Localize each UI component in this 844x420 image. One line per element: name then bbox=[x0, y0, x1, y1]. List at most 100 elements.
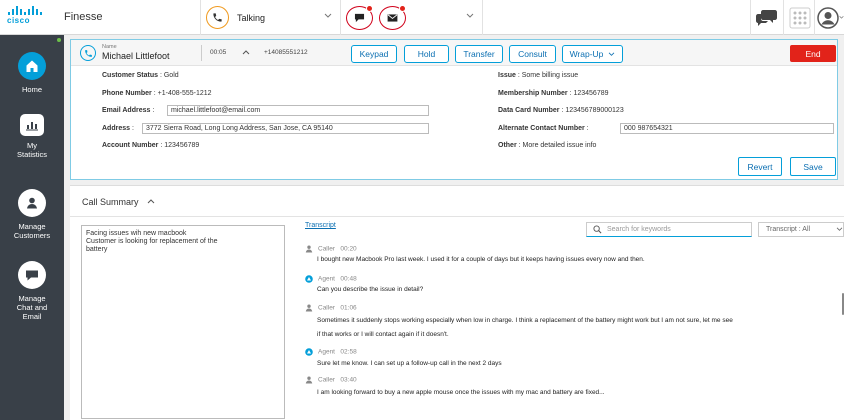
agent-state-label: Talking bbox=[237, 12, 266, 23]
notification-dot bbox=[366, 4, 373, 12]
field-value: 123456789 bbox=[573, 90, 609, 97]
phone-icon bbox=[206, 6, 229, 29]
tab-transcript[interactable]: Transcript bbox=[305, 222, 336, 229]
transcript-message-text: Sure let me know. I can set up a follow-… bbox=[317, 360, 502, 367]
alternate-contact-input[interactable]: 000 987654321 bbox=[620, 123, 834, 134]
main-content: Name Michael Littlefoot 00:05 +140855512… bbox=[64, 35, 844, 420]
transcript-message-meta: Caller 00:20 bbox=[305, 245, 357, 253]
transcript-message-text: Sometimes it suddenly stops working espe… bbox=[317, 317, 733, 324]
chevron-down-icon bbox=[324, 13, 332, 18]
home-icon bbox=[18, 52, 46, 80]
transcript-message-text: Can you describe the issue in detail? bbox=[317, 286, 424, 293]
cisco-logo: cisco bbox=[7, 6, 57, 30]
sidebar-item-label: Home bbox=[21, 85, 42, 94]
revert-button[interactable]: Revert bbox=[738, 157, 782, 176]
call-notes-textarea[interactable]: Facing issues wih new macbook Customer i… bbox=[81, 225, 285, 419]
caller-name: Michael Littlefoot bbox=[102, 51, 170, 61]
field-value: +1-408-555-1212 bbox=[157, 90, 212, 97]
agent-state-dropdown[interactable]: Talking bbox=[200, 0, 340, 35]
issue-field: Issue : Some billing issue bbox=[498, 72, 579, 79]
user-avatar-icon[interactable] bbox=[817, 7, 839, 29]
caller-phone: +14085551212 bbox=[264, 49, 308, 56]
transcript-message-text: if that works or I will contact again if… bbox=[317, 331, 449, 338]
chevron-up-icon[interactable] bbox=[242, 49, 250, 55]
app-title: Finesse bbox=[64, 11, 103, 23]
sidebar-item-my-statistics[interactable]: My Statistics bbox=[0, 114, 64, 159]
sidebar-item-home[interactable]: Home bbox=[0, 52, 64, 94]
field-label: Email Address bbox=[102, 107, 151, 114]
save-button[interactable]: Save bbox=[790, 157, 836, 176]
hold-button[interactable]: Hold bbox=[404, 45, 449, 63]
transfer-button[interactable]: Transfer bbox=[455, 45, 503, 63]
timestamp: 00:48 bbox=[340, 275, 357, 283]
call-timer: 00:05 bbox=[210, 49, 227, 56]
sidebar-item-label: Chat and bbox=[16, 303, 48, 312]
keypad-button[interactable]: Keypad bbox=[351, 45, 397, 63]
notes-line: Facing issues wih new macbook bbox=[86, 230, 187, 237]
field-value: Some billing issue bbox=[521, 72, 579, 79]
chevron-up-icon[interactable] bbox=[147, 198, 155, 204]
transcript-search-input[interactable]: Search for keywords bbox=[586, 222, 752, 237]
transcript-message-meta: Agent 00:48 bbox=[305, 275, 357, 283]
call-control-panel: Name Michael Littlefoot 00:05 +140855512… bbox=[70, 39, 838, 180]
sidebar-item-manage-chat-email[interactable]: Manage Chat and Email bbox=[0, 261, 64, 321]
end-call-button[interactable]: End bbox=[790, 45, 836, 62]
field-label: Issue bbox=[498, 72, 516, 79]
media-dropdown[interactable] bbox=[340, 0, 482, 35]
email-icon bbox=[387, 13, 398, 22]
sidebar: Home My Statistics Manage Customers Mana… bbox=[0, 35, 64, 420]
phone-icon bbox=[80, 45, 96, 61]
speaker: Agent bbox=[318, 348, 335, 356]
field-label: Account Number bbox=[102, 142, 159, 149]
data-card-number-field: Data Card Number : 123456789000123 bbox=[498, 107, 624, 114]
address-label-field: Address : bbox=[102, 125, 134, 132]
cisco-logo-bars-icon bbox=[8, 6, 57, 15]
chat-icon bbox=[18, 261, 46, 289]
divider bbox=[783, 0, 784, 35]
wrapup-dropdown[interactable]: Wrap-Up bbox=[562, 45, 623, 63]
chat-media-button[interactable] bbox=[346, 4, 373, 30]
person-icon bbox=[305, 376, 313, 384]
divider bbox=[201, 45, 202, 61]
dialpad-icon[interactable] bbox=[789, 7, 811, 29]
sidebar-item-manage-customers[interactable]: Manage Customers bbox=[0, 189, 64, 240]
customer-status-field: Customer Status : Gold bbox=[102, 72, 179, 79]
field-label: Customer Status bbox=[102, 72, 159, 79]
search-icon bbox=[593, 225, 602, 234]
email-input[interactable]: michael.littlefoot@email.com bbox=[167, 105, 429, 116]
speaker: Caller bbox=[318, 245, 335, 253]
field-value: Gold bbox=[163, 72, 179, 79]
chevron-down-icon bbox=[609, 52, 615, 56]
email-media-button[interactable] bbox=[379, 4, 406, 30]
divider bbox=[814, 0, 815, 35]
speaker: Caller bbox=[318, 304, 335, 312]
notes-line: battery bbox=[86, 246, 108, 253]
transcript-filter-dropdown[interactable]: Transcript : All bbox=[758, 222, 844, 237]
timestamp: 02:58 bbox=[340, 348, 357, 356]
phone-number-field: Phone Number : +1-408-555-1212 bbox=[102, 90, 212, 97]
cisco-logo-text: cisco bbox=[7, 16, 30, 25]
account-number-field: Account Number : 123456789 bbox=[102, 142, 200, 149]
sidebar-item-label: Statistics bbox=[16, 150, 47, 159]
email-label-field: Email Address : bbox=[102, 107, 155, 114]
alt-contact-label-field: Alternate Contact Number : bbox=[498, 125, 589, 132]
divider bbox=[482, 0, 483, 35]
speaker: Caller bbox=[318, 376, 335, 384]
wrapup-label: Wrap-Up bbox=[569, 49, 604, 59]
chat-bubbles-icon[interactable] bbox=[756, 8, 778, 26]
call-summary-title: Call Summary bbox=[82, 197, 139, 207]
field-value: More detailed issue info bbox=[522, 142, 597, 149]
person-icon bbox=[305, 304, 313, 312]
consult-button[interactable]: Consult bbox=[509, 45, 556, 63]
field-label: Alternate Contact Number bbox=[498, 125, 585, 132]
person-icon bbox=[305, 245, 313, 253]
divider bbox=[70, 216, 844, 217]
field-label: Phone Number bbox=[102, 90, 152, 97]
agent-icon bbox=[305, 275, 313, 283]
chat-icon bbox=[354, 13, 365, 22]
timestamp: 00:20 bbox=[340, 245, 357, 253]
field-label: Membership Number bbox=[498, 90, 568, 97]
bar-chart-icon bbox=[20, 114, 44, 136]
field-label: Other bbox=[498, 142, 517, 149]
address-input[interactable]: 3772 Sierra Road, Long Long Address, San… bbox=[142, 123, 429, 134]
